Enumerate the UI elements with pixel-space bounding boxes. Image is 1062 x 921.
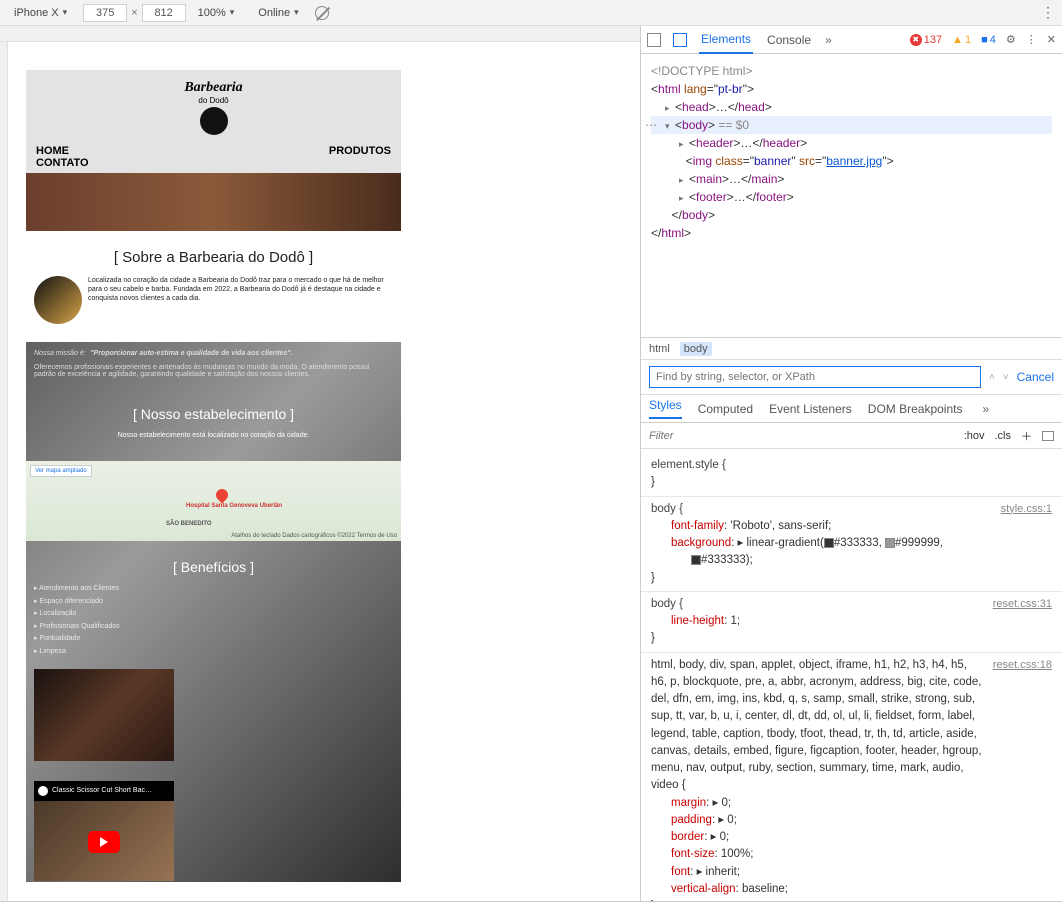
youtube-icon — [38, 786, 48, 796]
tab-dom-breakpoints[interactable]: DOM Breakpoints — [868, 402, 963, 416]
dimensions: × — [83, 4, 185, 22]
device-preview: Barbearia do Dodô HOME CONTATO PRODUTOS … — [0, 26, 640, 901]
sobre-text2: Oferecemos profissionais experientes e a… — [34, 364, 393, 378]
site-header: Barbearia do Dodô — [26, 70, 401, 141]
styles-filter-input[interactable] — [649, 430, 954, 442]
doctype: <!DOCTYPE html> — [651, 64, 752, 78]
logo-title: Barbearia — [26, 80, 401, 96]
crumb-html[interactable]: html — [649, 343, 670, 355]
missao-quote: "Proporcionar auto-estima e qualidade de… — [90, 350, 292, 357]
new-rule-icon[interactable]: ＋ — [1021, 428, 1032, 444]
devtools-panel: Elements Console » 137 1 4 ⚙ ⋮ ✕ <!DOCTY… — [640, 26, 1062, 901]
map-hospital-label: Hospital Santa Genoveva Uberlân — [186, 503, 282, 509]
tabs-overflow-icon[interactable]: » — [825, 33, 832, 47]
sobre-text1: Localizada no coração da cidade a Barbea… — [88, 276, 393, 324]
find-next-icon[interactable]: ˅ — [1003, 372, 1009, 383]
rotate-icon[interactable] — [315, 6, 329, 20]
ruler-horizontal — [0, 26, 640, 42]
error-count[interactable]: 137 — [910, 34, 942, 46]
tab-styles[interactable]: Styles — [649, 398, 682, 419]
width-input[interactable] — [83, 4, 127, 22]
google-map[interactable]: Ver mapa ampliado Hospital Santa Genovev… — [26, 461, 401, 541]
styles-filter-row: :hov .cls ＋ — [641, 423, 1062, 449]
styles-overflow-icon[interactable]: » — [982, 402, 989, 416]
nav-contato[interactable]: CONTATO — [36, 157, 89, 169]
devtools-tabs: Elements Console » 137 1 4 ⚙ ⋮ ✕ — [641, 26, 1062, 54]
hero-banner — [26, 173, 401, 231]
play-icon[interactable] — [88, 831, 120, 853]
find-prev-icon[interactable]: ˄ — [989, 372, 995, 383]
estab-sub: Nosso estabelecimento está localizado no… — [34, 432, 393, 439]
tab-computed[interactable]: Computed — [698, 402, 753, 416]
logo-subtitle: do Dodô — [26, 96, 401, 105]
beneficios-title: [ Benefícios ] — [34, 559, 393, 575]
map-pin-icon — [214, 487, 231, 504]
find-cancel-button[interactable]: Cancel — [1017, 370, 1054, 384]
find-input[interactable] — [649, 366, 981, 388]
beneficios-list: Atendimento aos Clientes Espaço diferenc… — [34, 583, 393, 659]
sobre-image — [34, 276, 82, 324]
tab-console[interactable]: Console — [765, 27, 813, 53]
site-nav: HOME CONTATO PRODUTOS — [26, 141, 401, 173]
youtube-embed[interactable]: Classic Scissor Cut Short Bac… — [34, 781, 174, 881]
device-frame[interactable]: Barbearia do Dodô HOME CONTATO PRODUTOS … — [26, 70, 401, 882]
close-icon[interactable]: ✕ — [1047, 33, 1056, 46]
zoom-select[interactable]: 100% — [190, 4, 247, 22]
map-bairro: SÃO BENEDITO — [166, 521, 212, 527]
device-mode-icon[interactable] — [673, 33, 687, 47]
devtools-menu-icon[interactable]: ⋮ — [1026, 33, 1037, 46]
sidebar-toggle-icon[interactable] — [1042, 431, 1054, 441]
styles-tabs: Styles Computed Event Listeners DOM Brea… — [641, 395, 1062, 423]
nav-produtos[interactable]: PRODUTOS — [329, 145, 391, 169]
console-drawer[interactable] — [0, 901, 1062, 921]
list-item: Atendimento aos Clientes — [34, 583, 393, 596]
gear-icon[interactable]: ⚙ — [1006, 33, 1016, 46]
list-item: Localização — [34, 608, 393, 621]
throttle-select[interactable]: Online — [250, 4, 310, 22]
video-title: Classic Scissor Cut Short Bac… — [52, 787, 152, 794]
estab-title: [ Nosso estabelecimento ] — [34, 406, 393, 422]
tab-elements[interactable]: Elements — [699, 26, 753, 54]
dom-tree[interactable]: <!DOCTYPE html> <html lang="pt-br"> ▸<he… — [641, 54, 1062, 338]
list-item: Pontualidade — [34, 633, 393, 646]
list-item: Espaço diferenciado — [34, 596, 393, 609]
info-count[interactable]: 4 — [981, 34, 996, 46]
shave-image — [34, 669, 174, 761]
find-bar: ˄ ˅ Cancel — [641, 360, 1062, 395]
breadcrumb[interactable]: html body — [641, 338, 1062, 360]
dim-x: × — [131, 7, 137, 19]
warning-count[interactable]: 1 — [952, 34, 971, 46]
map-expand-button[interactable]: Ver mapa ampliado — [30, 465, 92, 477]
tab-event-listeners[interactable]: Event Listeners — [769, 402, 852, 416]
device-select[interactable]: iPhone X — [6, 4, 79, 22]
nav-home[interactable]: HOME — [36, 145, 69, 157]
logo-icon — [200, 107, 228, 135]
cls-toggle[interactable]: .cls — [995, 430, 1012, 442]
map-attrib: Atalhos do teclado Dados cartográficos ©… — [231, 533, 397, 539]
list-item: Limpeza — [34, 646, 393, 659]
list-item: Profissionais Qualificados — [34, 621, 393, 634]
height-input[interactable] — [142, 4, 186, 22]
inspect-icon[interactable] — [647, 33, 661, 47]
missao-label: Nossa missão é: — [34, 350, 86, 357]
toolbar-menu-icon[interactable]: ⋮ — [1041, 4, 1056, 20]
sobre-title: [ Sobre a Barbearia do Dodô ] — [34, 249, 393, 266]
crumb-body[interactable]: body — [680, 342, 712, 356]
ruler-vertical — [0, 42, 8, 901]
hov-toggle[interactable]: :hov — [964, 430, 985, 442]
device-toolbar: iPhone X × 100% Online ⋮ — [0, 0, 1062, 26]
styles-pane[interactable]: element.style { } body {style.css:1 font… — [641, 449, 1062, 901]
selected-node: ▾<body> == $0 — [651, 116, 1052, 134]
